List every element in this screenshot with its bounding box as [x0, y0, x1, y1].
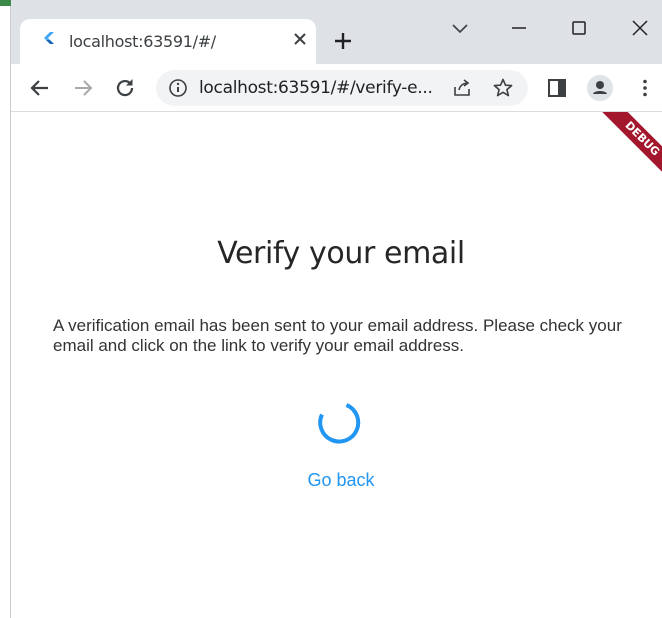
- desktop-edge: [0, 0, 11, 618]
- kebab-menu-icon[interactable]: [633, 76, 657, 100]
- close-icon[interactable]: [628, 16, 652, 40]
- share-icon[interactable]: [451, 77, 473, 99]
- desktop-edge-accent: [0, 0, 11, 6]
- star-icon[interactable]: [492, 77, 514, 99]
- reload-icon[interactable]: [113, 76, 137, 100]
- tab-strip: localhost:63591/#/: [11, 0, 662, 64]
- url-text[interactable]: localhost:63591/#/verify-e...: [199, 78, 433, 98]
- browser-tab[interactable]: localhost:63591/#/: [20, 19, 316, 64]
- verification-message: A verification email has been sent to yo…: [53, 316, 622, 355]
- profile-icon[interactable]: [586, 74, 614, 102]
- tab-title: localhost:63591/#/: [69, 32, 216, 51]
- plus-icon[interactable]: [331, 29, 355, 53]
- go-back-button[interactable]: Go back: [11, 470, 662, 491]
- browser-window: localhost:63591/#/ localhost:63591/#/ver…: [0, 0, 662, 618]
- page-title: Verify your email: [217, 236, 465, 271]
- arrow-left-icon[interactable]: [28, 76, 52, 100]
- browser-toolbar: localhost:63591/#/verify-e...: [11, 64, 662, 112]
- close-icon[interactable]: [290, 29, 310, 49]
- side-panel-icon[interactable]: [545, 76, 569, 100]
- chevron-down-icon[interactable]: [448, 16, 472, 40]
- page-content: DEBUG Verify your email A verification e…: [11, 112, 662, 618]
- info-icon[interactable]: [168, 78, 188, 98]
- flutter-icon: [44, 32, 54, 44]
- minimize-icon[interactable]: [507, 16, 531, 40]
- chrome-frame: localhost:63591/#/ localhost:63591/#/ver…: [11, 0, 662, 618]
- maximize-icon[interactable]: [567, 16, 591, 40]
- debug-banner: DEBUG: [595, 112, 662, 179]
- arrow-right-icon[interactable]: [71, 76, 95, 100]
- address-bar[interactable]: localhost:63591/#/verify-e...: [156, 70, 528, 106]
- debug-ribbon: DEBUG: [596, 112, 662, 179]
- loading-spinner: [318, 403, 361, 444]
